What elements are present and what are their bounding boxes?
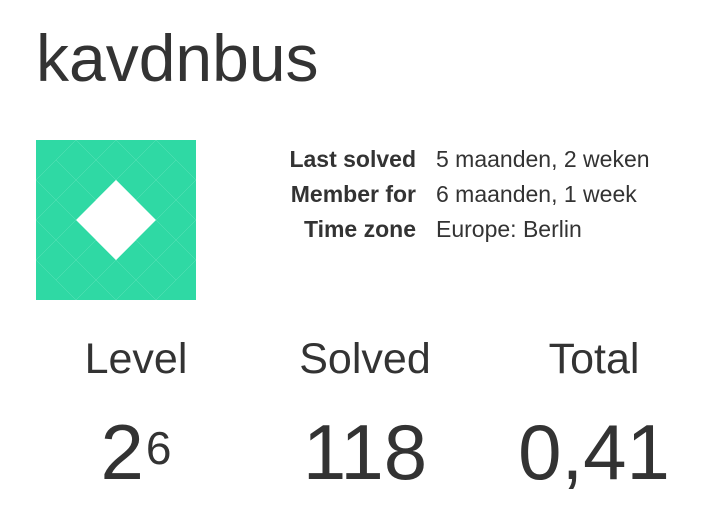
time-zone-value: Europe: Berlin (436, 216, 582, 242)
profile-info: Last solved 5 maanden, 2 weken Member fo… (250, 142, 710, 247)
level-value: 26 (36, 402, 236, 502)
total-label: Total (548, 335, 640, 383)
info-row-time-zone: Time zone Europe: Berlin (250, 212, 710, 247)
info-row-last-solved: Last solved 5 maanden, 2 weken (250, 142, 710, 177)
solved-stat: Solved 118 (265, 330, 465, 502)
member-for-value: 6 maanden, 1 week (436, 181, 637, 207)
total-stat: Total 0,41 (494, 330, 694, 502)
level-stat: Level 26 (36, 330, 236, 502)
level-label: Level (84, 335, 188, 383)
time-zone-label: Time zone (303, 216, 416, 242)
solved-value: 118 (302, 408, 428, 496)
total-value: 0,41 (518, 408, 670, 496)
last-solved-value: 5 maanden, 2 weken (436, 146, 650, 172)
solved-label: Solved (299, 335, 431, 383)
last-solved-label: Last solved (289, 146, 416, 172)
info-row-member-for: Member for 6 maanden, 1 week (250, 177, 710, 212)
member-for-label: Member for (290, 181, 416, 207)
level-exponent: 6 (145, 422, 172, 474)
identicon-icon (36, 140, 196, 300)
level-base: 2 (100, 408, 144, 496)
identicon-avatar (36, 140, 196, 300)
username-heading: kavdnbus (36, 21, 319, 95)
